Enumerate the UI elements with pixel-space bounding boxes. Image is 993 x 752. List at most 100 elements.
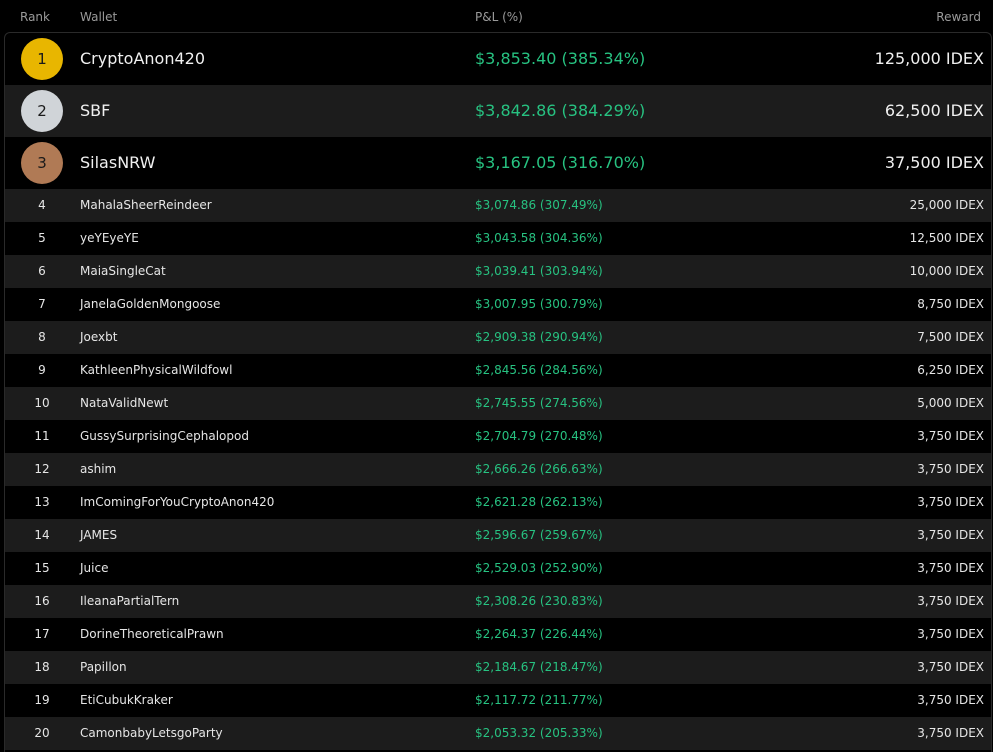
row-wallet: SilasNRW xyxy=(80,153,156,172)
row-pnl: $2,117.72 (211.77%) xyxy=(475,693,603,707)
row-wallet: JanelaGoldenMongoose xyxy=(80,297,221,311)
row-reward: 3,750 IDEX xyxy=(917,726,984,740)
table-row[interactable]: 7 JanelaGoldenMongoose $3,007.95 (300.79%)… xyxy=(5,288,991,321)
table-row-top-1[interactable]: 1 CryptoAnon420 $3,853.40 (385.34%) 125,000… xyxy=(5,33,991,85)
table-row-top-2[interactable]: 2 SBF $3,842.86 (384.29%) 62,500 IDEX xyxy=(5,85,991,137)
row-pnl: $2,745.55 (274.56%) xyxy=(475,396,603,410)
row-reward: 125,000 IDEX xyxy=(874,49,984,68)
table-row[interactable]: 19 EtiCubukKraker $2,117.72 (211.77%) 3,750… xyxy=(5,684,991,717)
row-wallet: SBF xyxy=(80,101,111,120)
row-rank: 18 xyxy=(34,660,50,674)
header-pnl[interactable]: P&L (%) xyxy=(475,10,523,24)
gold-medal-icon: 1 xyxy=(21,38,63,80)
table-row[interactable]: 4 MahalaSheerReindeer $3,074.86 (307.49%) 2… xyxy=(5,189,991,222)
row-pnl: $2,704.79 (270.48%) xyxy=(475,429,603,443)
row-wallet: JAMES xyxy=(80,528,118,542)
row-pnl: $2,845.56 (284.56%) xyxy=(475,363,603,377)
row-reward: 12,500 IDEX xyxy=(909,231,984,245)
row-rank: 6 xyxy=(38,264,46,278)
table-row[interactable]: 11 GussySurprisingCephalopod $2,704.79 (27… xyxy=(5,420,991,453)
row-rank: 14 xyxy=(34,528,50,542)
row-rank: 12 xyxy=(34,462,50,476)
row-reward: 10,000 IDEX xyxy=(909,264,984,278)
row-wallet: Juice xyxy=(80,561,109,575)
table-row[interactable]: 16 IleanaPartialTern $2,308.26 (230.83%) 3,… xyxy=(5,585,991,618)
row-reward: 3,750 IDEX xyxy=(917,594,984,608)
silver-medal-icon: 2 xyxy=(21,90,63,132)
table-row-top-3[interactable]: 3 SilasNRW $3,167.05 (316.70%) 37,500 IDEX xyxy=(5,137,991,189)
row-wallet: yeYEyeYE xyxy=(80,231,139,245)
row-wallet: NataValidNewt xyxy=(80,396,169,410)
row-rank: 15 xyxy=(34,561,50,575)
table-row[interactable]: 20 CamonbabyLetsgoParty $2,053.32 (205.33%… xyxy=(5,717,991,750)
row-pnl: $2,666.26 (266.63%) xyxy=(475,462,603,476)
row-pnl: $2,909.38 (290.94%) xyxy=(475,330,603,344)
row-pnl: $2,596.67 (259.67%) xyxy=(475,528,603,542)
row-wallet: DorineTheoreticalPrawn xyxy=(80,627,224,641)
header-wallet[interactable]: Wallet xyxy=(80,10,117,24)
leaderboard-table: 1 CryptoAnon420 $3,853.40 (385.34%) 125,000… xyxy=(4,32,992,752)
row-reward: 7,500 IDEX xyxy=(917,330,984,344)
table-row[interactable]: 14 JAMES $2,596.67 (259.67%) 3,750 IDEX xyxy=(5,519,991,552)
row-pnl: $3,039.41 (303.94%) xyxy=(475,264,603,278)
row-wallet: MaiaSingleCat xyxy=(80,264,166,278)
table-row[interactable]: 8 Joexbt $2,909.38 (290.94%) 7,500 IDEX xyxy=(5,321,991,354)
leaderboard-header: Rank Wallet P&L (%) Reward xyxy=(0,0,993,33)
row-reward: 3,750 IDEX xyxy=(917,693,984,707)
row-reward: 3,750 IDEX xyxy=(917,528,984,542)
row-reward: 3,750 IDEX xyxy=(917,462,984,476)
row-pnl: $2,308.26 (230.83%) xyxy=(475,594,603,608)
row-reward: 62,500 IDEX xyxy=(884,101,984,120)
row-pnl: $3,043.58 (304.36%) xyxy=(475,231,603,245)
header-reward[interactable]: Reward xyxy=(936,10,981,24)
row-rank: 19 xyxy=(34,693,50,707)
table-row[interactable]: 6 MaiaSingleCat $3,039.41 (303.94%) 10,000 … xyxy=(5,255,991,288)
table-row[interactable]: 18 Papillon $2,184.67 (218.47%) 3,750 IDEX xyxy=(5,651,991,684)
table-row[interactable]: 12 ashim $2,666.26 (266.63%) 3,750 IDEX xyxy=(5,453,991,486)
row-rank: 5 xyxy=(38,231,46,245)
row-reward: 3,750 IDEX xyxy=(917,561,984,575)
row-reward: 8,750 IDEX xyxy=(917,297,984,311)
row-rank: 20 xyxy=(34,726,50,740)
bronze-medal-icon: 3 xyxy=(21,142,63,184)
table-row[interactable]: 5 yeYEyeYE $3,043.58 (304.36%) 12,500 IDEX xyxy=(5,222,991,255)
row-pnl: $2,529.03 (252.90%) xyxy=(475,561,603,575)
row-reward: 37,500 IDEX xyxy=(884,153,984,172)
row-pnl: $3,074.86 (307.49%) xyxy=(475,198,603,212)
row-reward: 3,750 IDEX xyxy=(917,627,984,641)
row-rank: 4 xyxy=(38,198,46,212)
row-wallet: CamonbabyLetsgoParty xyxy=(80,726,223,740)
row-rank: 16 xyxy=(34,594,50,608)
row-wallet: ImComingForYouCryptoAnon420 xyxy=(80,495,275,509)
table-row[interactable]: 15 Juice $2,529.03 (252.90%) 3,750 IDEX xyxy=(5,552,991,585)
row-reward: 5,000 IDEX xyxy=(917,396,984,410)
table-row[interactable]: 9 KathleenPhysicalWildfowl $2,845.56 (284.… xyxy=(5,354,991,387)
row-pnl: $2,053.32 (205.33%) xyxy=(475,726,603,740)
row-pnl: $3,167.05 (316.70%) xyxy=(475,153,646,172)
row-reward: 3,750 IDEX xyxy=(917,429,984,443)
row-reward: 3,750 IDEX xyxy=(917,660,984,674)
row-wallet: CryptoAnon420 xyxy=(80,49,205,68)
row-rank: 9 xyxy=(38,363,46,377)
row-wallet: Papillon xyxy=(80,660,127,674)
row-rank: 11 xyxy=(34,429,50,443)
row-wallet: Joexbt xyxy=(80,330,118,344)
row-pnl: $3,853.40 (385.34%) xyxy=(475,49,646,68)
row-pnl: $3,007.95 (300.79%) xyxy=(475,297,603,311)
row-reward: 3,750 IDEX xyxy=(917,495,984,509)
table-row[interactable]: 13 ImComingForYouCryptoAnon420 $2,621.28 (… xyxy=(5,486,991,519)
row-rank: 8 xyxy=(38,330,46,344)
row-wallet: GussySurprisingCephalopod xyxy=(80,429,249,443)
row-rank: 13 xyxy=(34,495,50,509)
row-wallet: EtiCubukKraker xyxy=(80,693,173,707)
row-rank: 17 xyxy=(34,627,50,641)
header-rank[interactable]: Rank xyxy=(20,10,50,24)
row-pnl: $2,264.37 (226.44%) xyxy=(475,627,603,641)
row-wallet: ashim xyxy=(80,462,117,476)
row-pnl: $2,184.67 (218.47%) xyxy=(475,660,603,674)
table-row[interactable]: 17 DorineTheoreticalPrawn $2,264.37 (226.4… xyxy=(5,618,991,651)
row-reward: 25,000 IDEX xyxy=(909,198,984,212)
row-rank: 10 xyxy=(34,396,50,410)
row-wallet: IleanaPartialTern xyxy=(80,594,180,608)
table-row[interactable]: 10 NataValidNewt $2,745.55 (274.56%) 5,000 … xyxy=(5,387,991,420)
